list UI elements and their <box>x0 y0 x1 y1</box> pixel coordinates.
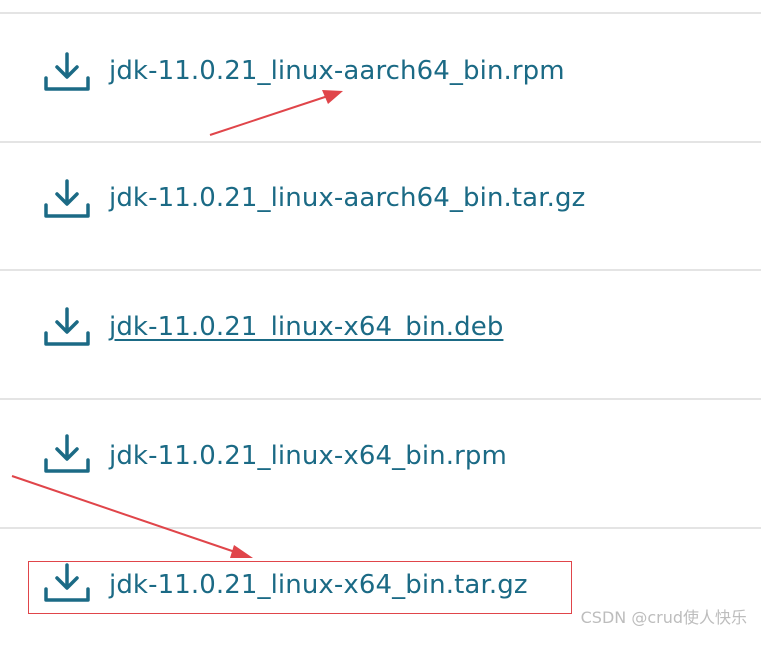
annotation-highlight-box <box>28 561 572 614</box>
download-row: jdk-11.0.21_linux-aarch64_bin.tar.gz <box>0 143 761 269</box>
watermark: CSDN @crud使人快乐 <box>580 608 747 627</box>
download-row: jdk-11.0.21_linux-x64_bin.deb <box>0 271 761 397</box>
download-link-x64-rpm[interactable]: jdk-11.0.21_linux-x64_bin.rpm <box>109 439 507 473</box>
download-link-aarch64-rpm[interactable]: jdk-11.0.21_linux-aarch64_bin.rpm <box>109 54 565 88</box>
download-list: jdk-11.0.21_linux-aarch64_bin.rpm jdk-11… <box>0 0 761 636</box>
download-icon[interactable] <box>44 179 90 219</box>
download-link-x64-deb[interactable]: jdk-11.0.21_linux-x64_bin.deb <box>109 310 503 344</box>
download-icon[interactable] <box>44 434 90 474</box>
download-link-aarch64-targz[interactable]: jdk-11.0.21_linux-aarch64_bin.tar.gz <box>109 181 585 215</box>
download-row: jdk-11.0.21_linux-aarch64_bin.rpm <box>0 14 761 140</box>
download-icon[interactable] <box>44 52 90 92</box>
download-icon[interactable] <box>44 307 90 347</box>
download-row: jdk-11.0.21_linux-x64_bin.rpm <box>0 400 761 526</box>
